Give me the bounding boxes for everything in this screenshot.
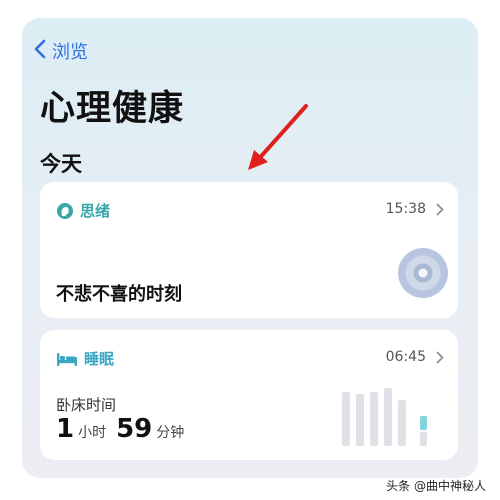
mind-time-text: 15:38 bbox=[385, 201, 426, 217]
sleep-time-text: 06:45 bbox=[385, 349, 426, 365]
chevron-right-icon bbox=[436, 203, 444, 216]
sleep-card-header: 睡眠 bbox=[56, 348, 114, 369]
app-screen: 浏览 心理健康 今天 思绪 15:38 不悲不喜的时刻 睡眠 06:45 卧床时… bbox=[22, 18, 478, 478]
sleep-card-title: 睡眠 bbox=[84, 350, 115, 368]
mood-disc-icon bbox=[398, 248, 448, 298]
hours-value: 1 bbox=[56, 414, 75, 444]
page-title: 心理健康 bbox=[40, 89, 185, 129]
time-in-bed-value: 1 小时 59 分钟 bbox=[56, 414, 194, 444]
sleep-bars-graphic bbox=[342, 388, 427, 446]
chevron-right-icon bbox=[436, 351, 444, 364]
sleep-card[interactable]: 睡眠 06:45 卧床时间 1 小时 59 分钟 bbox=[40, 330, 458, 460]
back-label: 浏览 bbox=[52, 42, 88, 63]
mind-card-time: 15:38 bbox=[386, 201, 444, 217]
bed-icon bbox=[56, 351, 78, 367]
watermark-text: 头条 @曲中神秘人 bbox=[386, 479, 486, 493]
mind-card-header: 思绪 bbox=[56, 200, 110, 221]
time-in-bed-label: 卧床时间 bbox=[56, 396, 117, 414]
mind-state-text: 不悲不喜的时刻 bbox=[56, 284, 182, 305]
mind-card-title: 思绪 bbox=[80, 202, 111, 220]
minutes-value: 59 bbox=[116, 414, 153, 444]
hours-unit: 小时 bbox=[78, 425, 107, 441]
minutes-unit: 分钟 bbox=[156, 425, 185, 441]
back-button[interactable]: 浏览 bbox=[34, 38, 88, 64]
chevron-left-icon bbox=[34, 39, 52, 64]
sleep-card-time: 06:45 bbox=[386, 349, 444, 365]
mind-card[interactable]: 思绪 15:38 不悲不喜的时刻 bbox=[40, 182, 458, 318]
section-title-today: 今天 bbox=[40, 152, 82, 176]
head-profile-icon bbox=[56, 202, 74, 220]
